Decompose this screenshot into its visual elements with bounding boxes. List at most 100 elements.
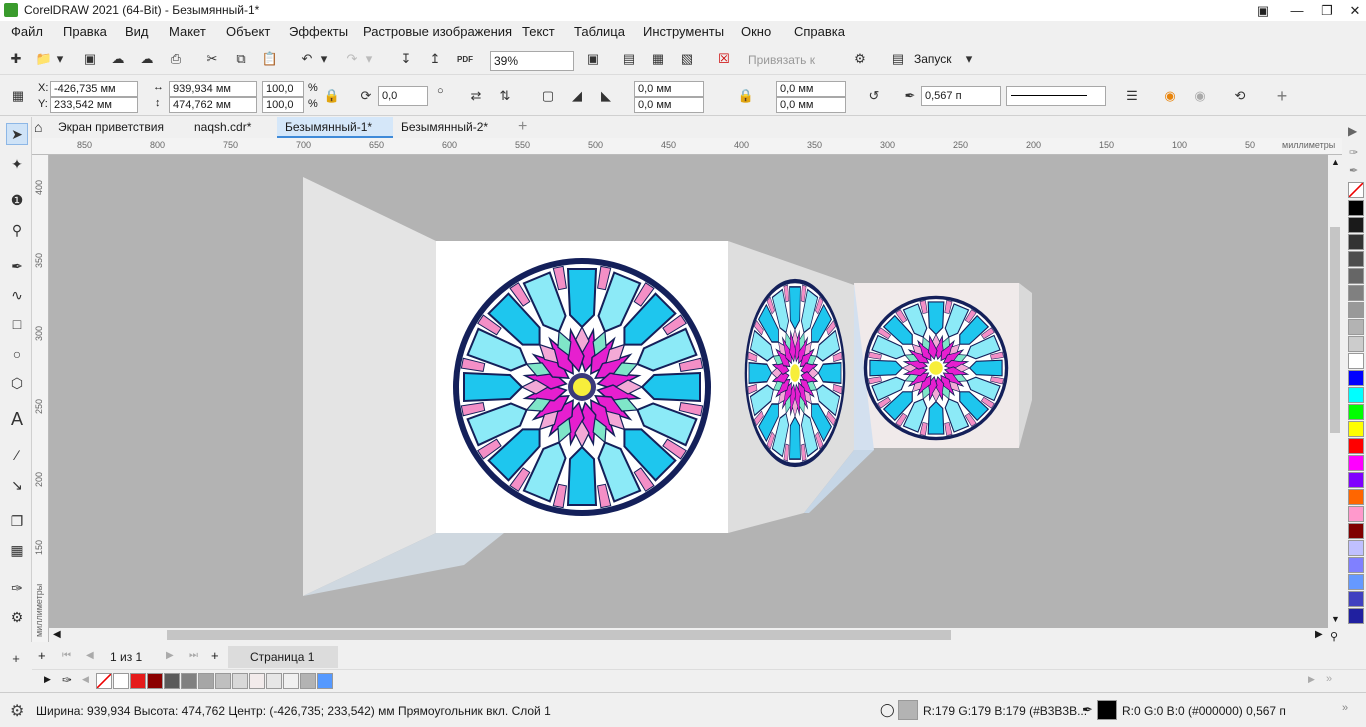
add-icon[interactable]: +: [1272, 86, 1292, 106]
text-wrap-icon[interactable]: ☰: [1122, 86, 1142, 106]
lock-corners-icon[interactable]: 🔒: [736, 86, 756, 106]
corner-radius-bottom-left[interactable]: 0,0 мм: [634, 97, 704, 113]
scroll-right-icon[interactable]: ▶: [1315, 629, 1323, 640]
document-palette-swatch[interactable]: [232, 673, 248, 689]
document-palette-swatch[interactable]: [266, 673, 282, 689]
pen-side-icon[interactable]: ✒: [1349, 164, 1358, 177]
no-color-swatch[interactable]: [1348, 182, 1364, 198]
fill-bucket-icon[interactable]: ◯: [880, 702, 895, 718]
polygon-tool-icon[interactable]: ⬡: [6, 372, 28, 394]
next-page-icon[interactable]: ▶: [166, 650, 174, 661]
shape-tool-icon[interactable]: ✦: [6, 153, 28, 175]
account-icon[interactable]: ▣: [1246, 0, 1280, 21]
rosette-main[interactable]: [453, 258, 711, 516]
chevron-down-icon[interactable]: ▾: [962, 49, 976, 69]
page-tab[interactable]: Страница 1: [228, 646, 338, 668]
palette-swatch[interactable]: [1348, 421, 1364, 437]
last-page-icon[interactable]: ⏭: [189, 650, 198, 661]
print-icon[interactable]: ⎙: [166, 49, 186, 69]
status-expand-icon[interactable]: »: [1342, 702, 1348, 714]
palette-swatch[interactable]: [1348, 540, 1364, 556]
no-color-swatch[interactable]: [96, 673, 112, 689]
document-palette-swatch[interactable]: [317, 673, 333, 689]
mirror-horizontal-icon[interactable]: ⇄: [466, 86, 486, 106]
redo-icon[interactable]: ↷: [342, 49, 362, 69]
scale-x-field[interactable]: 100,0: [262, 81, 304, 97]
scroll-left-icon[interactable]: ◀: [53, 629, 61, 640]
palette-swatch[interactable]: [1348, 506, 1364, 522]
pick-tool-icon[interactable]: ➤: [6, 123, 28, 145]
document-palette-swatch[interactable]: [249, 673, 265, 689]
cloud-upload-icon[interactable]: ☁: [108, 49, 128, 69]
chevron-down-icon[interactable]: ▾: [54, 49, 66, 69]
rotate-icon[interactable]: ⟳: [356, 86, 376, 106]
fill-color-swatch[interactable]: [898, 700, 918, 720]
zoom-level-field[interactable]: 39%: [490, 51, 574, 71]
line-style-dropdown[interactable]: [1006, 86, 1106, 106]
palette-scroll-left-icon[interactable]: ◀: [82, 674, 89, 685]
palette-swatch[interactable]: [1348, 591, 1364, 607]
to-back-icon[interactable]: ◉: [1190, 86, 1210, 106]
new-document-icon[interactable]: ✚: [6, 49, 26, 69]
transparency-icon[interactable]: ▦: [6, 539, 28, 561]
rosette-right[interactable]: [863, 295, 1009, 441]
document-palette-swatch[interactable]: [130, 673, 146, 689]
lock-ratio-icon[interactable]: 🔒: [322, 86, 342, 106]
y-position-field[interactable]: 233,542 мм: [50, 97, 138, 113]
left-frame-shape[interactable]: [303, 177, 436, 596]
cloud-download-icon[interactable]: ☁: [137, 49, 157, 69]
document-palette-swatch[interactable]: [198, 673, 214, 689]
scroll-up-icon[interactable]: ▲: [1331, 157, 1340, 167]
palette-menu-icon[interactable]: »: [1326, 673, 1332, 685]
document-palette-swatch[interactable]: [283, 673, 299, 689]
scale-y-field[interactable]: 100,0: [262, 97, 304, 113]
horizontal-scrollbar[interactable]: ◀ ▶: [49, 628, 1328, 642]
palette-swatch[interactable]: [1348, 455, 1364, 471]
document-palette-swatch[interactable]: [164, 673, 180, 689]
palette-swatch[interactable]: [1348, 302, 1364, 318]
zoom-to-page-icon[interactable]: ▣: [583, 49, 603, 69]
grid-icon[interactable]: ▦: [648, 49, 668, 69]
vertical-scroll-thumb[interactable]: [1330, 227, 1340, 433]
outline-color-swatch[interactable]: [1097, 700, 1117, 720]
snap-off-icon[interactable]: ☒: [714, 49, 734, 69]
paste-icon[interactable]: 📋: [260, 49, 280, 69]
save-icon[interactable]: ▣: [80, 49, 100, 69]
import-icon[interactable]: ↧: [396, 49, 416, 69]
ellipse-tool-icon[interactable]: ○: [6, 343, 28, 365]
rotation-angle-field[interactable]: 0,0: [378, 86, 428, 106]
palette-swatch[interactable]: [1348, 353, 1364, 369]
palette-swatch[interactable]: [1348, 489, 1364, 505]
home-icon[interactable]: ⌂: [34, 119, 50, 135]
palette-swatch[interactable]: [1348, 370, 1364, 386]
document-palette-swatch[interactable]: [147, 673, 163, 689]
chevron-down-icon[interactable]: ▾: [363, 49, 375, 69]
palette-swatch[interactable]: [1348, 557, 1364, 573]
export-icon[interactable]: ↥: [425, 49, 445, 69]
palette-swatch[interactable]: [1348, 523, 1364, 539]
open-icon[interactable]: 📁: [34, 49, 54, 69]
document-palette-swatch[interactable]: [300, 673, 316, 689]
tab-untitled-1[interactable]: Безымянный-1*: [277, 117, 393, 138]
height-field[interactable]: 474,762 мм: [169, 97, 257, 113]
cut-icon[interactable]: ✂: [202, 49, 222, 69]
new-tab-icon[interactable]: +: [518, 118, 527, 136]
undo-icon[interactable]: ↶: [297, 49, 317, 69]
drop-shadow-icon[interactable]: ❐: [6, 510, 28, 532]
outline-pen-status-icon[interactable]: ✒: [1082, 702, 1093, 718]
snap-to-dropdown[interactable]: Привязать к: [748, 53, 815, 67]
prev-page-icon[interactable]: ◀: [86, 650, 94, 661]
corner-radius-top-left[interactable]: 0,0 мм: [634, 81, 704, 97]
palette-swatch[interactable]: [1348, 319, 1364, 335]
rectangle-tool-icon[interactable]: □: [6, 313, 28, 335]
dimension-tool-icon[interactable]: ∕: [6, 444, 28, 466]
width-field[interactable]: 939,934 мм: [169, 81, 257, 97]
menu-view[interactable]: Вид: [125, 24, 149, 39]
palette-swatch[interactable]: [1348, 574, 1364, 590]
guidelines-icon[interactable]: ▧: [677, 49, 697, 69]
relative-corner-scaling-icon[interactable]: ↺: [864, 86, 884, 106]
launch-panel-icon[interactable]: ▤: [888, 49, 908, 69]
corner-radius-top-right[interactable]: 0,0 мм: [776, 81, 846, 97]
vertical-scrollbar[interactable]: ▲ ▼: [1328, 155, 1342, 628]
horizontal-scroll-thumb[interactable]: [167, 630, 951, 640]
